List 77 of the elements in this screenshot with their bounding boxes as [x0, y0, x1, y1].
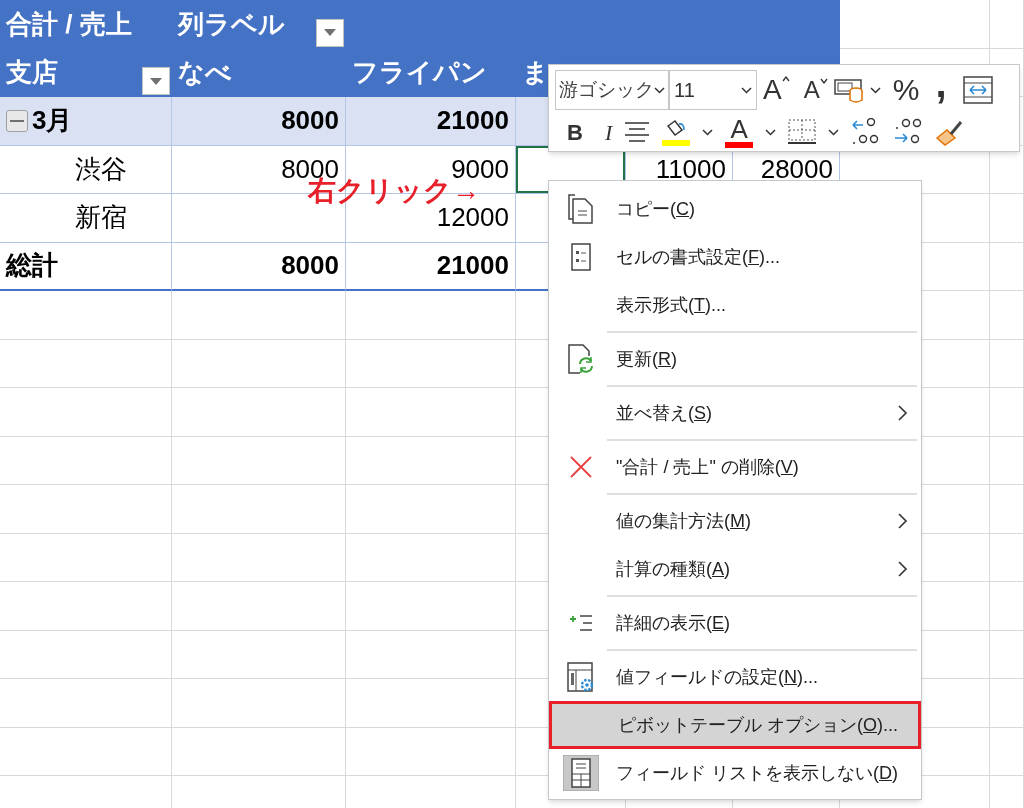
font-size-dropdown[interactable]: 11	[669, 70, 757, 110]
grid-cell	[990, 339, 1024, 388]
menu-item[interactable]: 並べ替え(S)	[550, 389, 920, 437]
font-name-dropdown[interactable]: 游ゴシック	[555, 70, 669, 110]
grid-cell	[990, 533, 1024, 582]
grid-cell	[990, 630, 1024, 679]
caret-down-icon	[819, 78, 828, 84]
cell-text: 21000	[436, 104, 509, 138]
filter-dropdown[interactable]	[316, 18, 344, 47]
align-center-icon[interactable]	[624, 121, 651, 143]
grid-cell	[990, 0, 1024, 49]
menu-item[interactable]: 更新(R)	[550, 335, 920, 383]
grid-cell	[990, 727, 1024, 776]
fill-color-icon[interactable]	[662, 118, 691, 146]
expand-list-icon	[569, 613, 593, 633]
cell-text: 渋谷	[75, 152, 127, 186]
filter-dropdown[interactable]	[142, 67, 170, 95]
shrink-font-button[interactable]: A	[803, 78, 828, 102]
header-label: なべ	[178, 56, 232, 90]
menu-item[interactable]: 詳細の表示(E)	[550, 599, 920, 647]
caret-icon	[654, 86, 665, 94]
header-label: 支店	[6, 56, 58, 90]
caret-icon	[765, 128, 777, 136]
collapse-button[interactable]	[6, 109, 28, 132]
grid-cell	[990, 291, 1024, 340]
cell-text: 8000	[281, 249, 339, 283]
decrease-decimal-icon[interactable]	[893, 118, 924, 146]
comma-style-button[interactable]: ,	[935, 63, 947, 103]
header-label: 合計 / 売上	[6, 7, 132, 41]
caret-icon	[324, 29, 336, 36]
menu-item[interactable]: 値フィールドの設定(N)...	[550, 653, 920, 701]
caret-up-icon	[781, 76, 790, 82]
table-style-icon[interactable]	[833, 76, 864, 104]
caret-icon	[702, 128, 714, 136]
menu-item[interactable]: フィールド リストを表示しない(D)	[550, 749, 920, 797]
cell-text: 11000	[655, 152, 726, 186]
refresh-icon	[568, 344, 594, 374]
header-label: フライパン	[352, 56, 487, 90]
field-list-icon	[563, 755, 599, 791]
menu-item[interactable]: 値の集計方法(M)	[550, 497, 920, 545]
cell-text: 21000	[436, 249, 509, 283]
cell-text: 新宿	[75, 201, 127, 235]
header-label: 列ラベル	[178, 7, 285, 41]
menu-item[interactable]: 計算の種類(A)	[550, 545, 920, 593]
percent-style-button[interactable]: %	[892, 75, 920, 105]
format-cells-icon	[571, 243, 591, 271]
header-label: ま	[522, 56, 549, 90]
grow-font-button[interactable]: A	[763, 76, 790, 104]
caret-icon	[741, 86, 752, 94]
copy-icon	[568, 194, 594, 224]
grid-cell	[990, 679, 1024, 728]
grid-cell	[990, 388, 1024, 437]
menu-item[interactable]: ピボットテーブル オプション(O)...	[549, 701, 921, 749]
menu-item[interactable]: セルの書式設定(F)...	[550, 233, 920, 281]
font-color-button[interactable]: A	[725, 116, 754, 148]
bold-button[interactable]: B	[567, 115, 583, 149]
menu-item[interactable]: "合計 / 売上" の削除(V)	[550, 443, 920, 491]
close-icon	[570, 456, 592, 478]
italic-button[interactable]: I	[604, 115, 613, 149]
field-settings-icon	[567, 662, 595, 692]
grid-cell	[990, 194, 1024, 243]
menu-item[interactable]: コピー(C)	[550, 185, 920, 233]
menu-item[interactable]: 表示形式(T)...	[550, 281, 920, 329]
caret-icon	[869, 86, 881, 94]
cell-text: 12000	[436, 202, 509, 235]
grid-cell	[990, 485, 1024, 534]
grid-cell	[990, 436, 1024, 485]
cell-text: 28000	[760, 152, 833, 186]
cell-text: 8000	[281, 104, 339, 138]
grid-cell	[990, 582, 1024, 631]
borders-icon[interactable]	[788, 119, 817, 145]
caret-icon	[828, 128, 840, 136]
cell-text: 総計	[6, 249, 58, 283]
cell-text: 3月	[32, 104, 73, 138]
wrap-icon[interactable]	[962, 76, 993, 104]
grid-cell	[990, 242, 1024, 291]
caret-icon	[150, 77, 162, 85]
